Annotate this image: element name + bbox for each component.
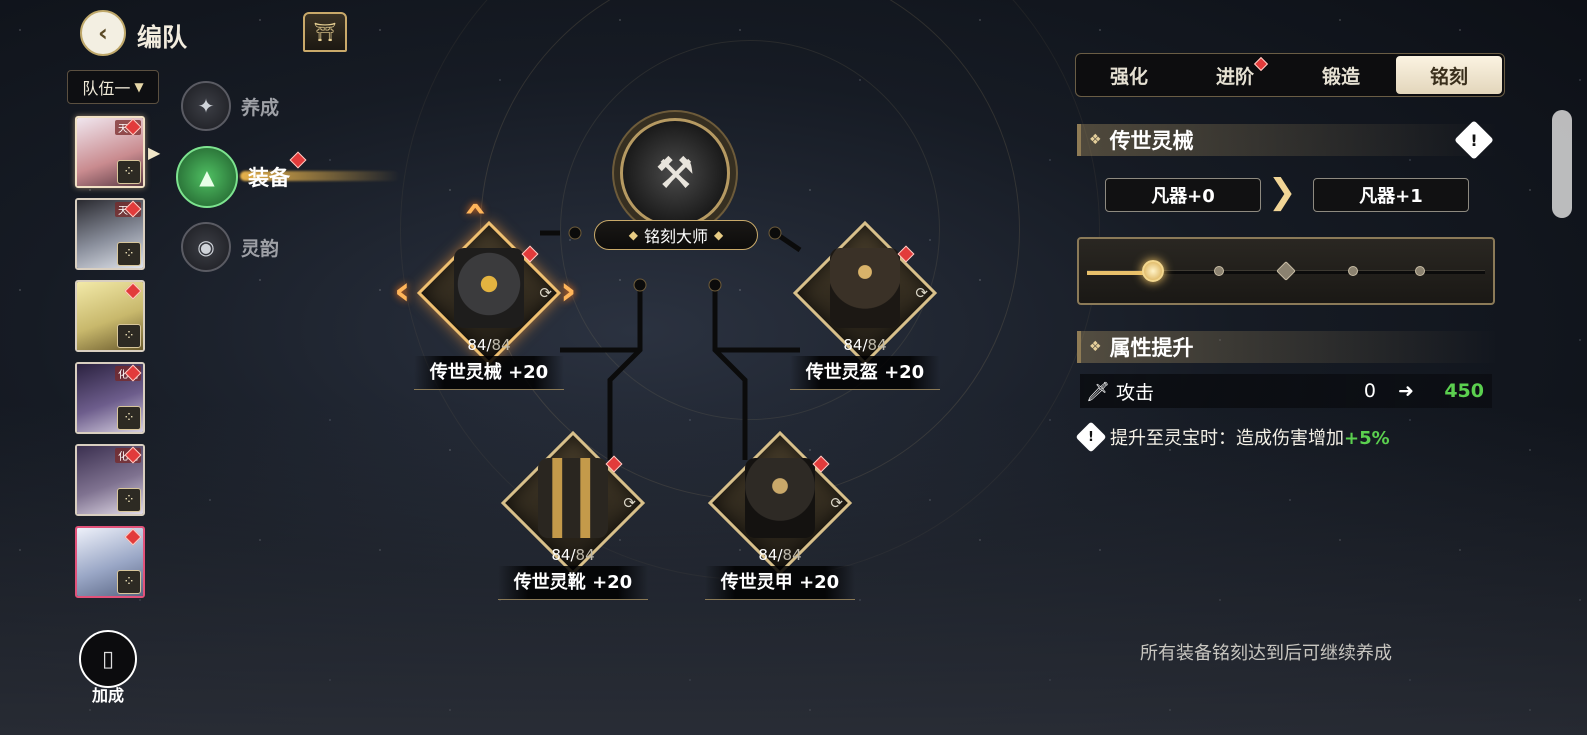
helmet-item-art	[830, 248, 900, 328]
inscription-progress-track	[1077, 237, 1495, 305]
grade-next: 凡器+1	[1313, 178, 1469, 212]
upgrade-tabs: 强化 进阶 锻造 铭刻	[1075, 53, 1505, 97]
footnote-text: 所有装备铭刻达到后可继续养成	[1140, 643, 1392, 664]
boots-item-art	[538, 458, 608, 538]
tab-forge[interactable]: 锻造	[1288, 54, 1394, 96]
equipment-name: 传世灵甲 +20	[705, 566, 855, 600]
equipment-level: 84/84	[551, 546, 595, 564]
swap-icon[interactable]: ⟳	[915, 284, 928, 302]
equipment-name: 传世灵械 +20	[414, 356, 564, 390]
equipment-name: 传世灵靴 +20	[498, 566, 648, 600]
stat-name: 攻击	[1116, 381, 1155, 404]
warning-icon: !	[1075, 421, 1107, 453]
weapon-item-art	[454, 248, 524, 328]
progress-node-current	[1142, 260, 1164, 282]
red-dot-icon	[1253, 56, 1269, 72]
progress-node-milestone	[1276, 261, 1296, 281]
progress-node	[1214, 266, 1224, 276]
info-icon[interactable]: !	[1454, 120, 1494, 160]
stat-row-attack: 🗡 攻击 0 ➜ 450	[1080, 374, 1492, 408]
inscription-master-banner: ◆ 铭刻大师 ◆	[594, 220, 758, 250]
stat-new-value: 450	[1444, 380, 1484, 402]
upgrade-tip: ! 提升至灵宝时：造成伤害增加+5%	[1075, 421, 1390, 453]
tab-inscribe[interactable]: 铭刻	[1396, 56, 1502, 94]
equipment-slot-boots[interactable]: ⟳ 84/84 传世灵靴 +20	[498, 428, 648, 600]
sword-icon: 🗡	[1085, 380, 1111, 403]
scrollbar-thumb[interactable]	[1552, 110, 1572, 218]
stat-old-value: 0	[1363, 380, 1376, 402]
equipment-level: 84/84	[467, 336, 511, 354]
arrow-right-icon: ➜	[1398, 380, 1414, 402]
progress-node	[1348, 266, 1358, 276]
tip-bonus: +5%	[1344, 428, 1390, 449]
equipment-slot-helmet[interactable]: ⟳ 84/84 传世灵盔 +20	[790, 218, 940, 390]
ornament-icon: ◆	[714, 228, 724, 242]
equipment-slot-armor[interactable]: ⟳ 84/84 传世灵甲 +20	[705, 428, 855, 600]
item-title: 传世灵械	[1109, 129, 1194, 153]
swap-icon[interactable]: ⟳	[539, 284, 552, 302]
equipment-name: 传世灵盔 +20	[790, 356, 940, 390]
equipment-slot-weapon[interactable]: ⟳ 84/84 传世灵械 +20	[414, 218, 564, 390]
inscription-master-emblem[interactable]: ⚒	[620, 118, 730, 228]
swap-icon[interactable]: ⟳	[830, 494, 843, 512]
selection-chevron-right-icon: ›	[560, 268, 577, 314]
equipment-level: 84/84	[843, 336, 887, 354]
grade-arrow-icon: ❯	[1268, 172, 1297, 212]
equipment-level: 84/84	[758, 546, 802, 564]
armor-item-art	[745, 458, 815, 538]
selection-chevron-up-icon: ›	[451, 200, 498, 218]
tab-enhance[interactable]: 强化	[1076, 54, 1182, 96]
swap-icon[interactable]: ⟳	[623, 494, 636, 512]
attribute-section-header: ❖ 属性提升	[1077, 331, 1497, 363]
attribute-title: 属性提升	[1109, 336, 1194, 360]
inscription-master-label: 铭刻大师	[643, 227, 708, 246]
selection-chevron-left-icon: ‹	[394, 268, 411, 314]
grade-current: 凡器+0	[1105, 178, 1261, 212]
ornament-icon: ◆	[628, 228, 638, 242]
ornament-icon: ❖	[1089, 339, 1102, 355]
tip-text: 提升至灵宝时：造成伤害增加	[1110, 428, 1344, 449]
tab-advance[interactable]: 进阶	[1182, 54, 1288, 96]
ornament-icon: ❖	[1089, 132, 1102, 148]
progress-node	[1415, 266, 1425, 276]
master-sigil-icon: ⚒	[655, 147, 695, 199]
item-section-header: ❖ 传世灵械	[1077, 124, 1497, 156]
